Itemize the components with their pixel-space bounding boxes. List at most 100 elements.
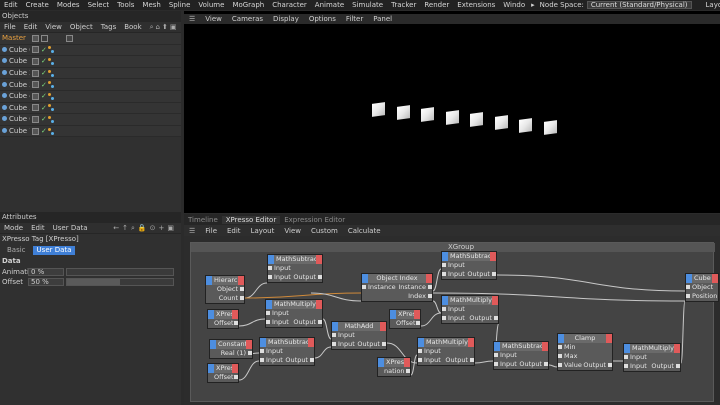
port-in-pin[interactable]: [332, 333, 336, 337]
xpresso-tag-icon[interactable]: [47, 104, 54, 112]
port-in-pin[interactable]: [686, 285, 690, 289]
enabled-check-icon[interactable]: ✓: [41, 57, 47, 65]
menu-item-spline[interactable]: Spline: [165, 1, 195, 9]
node-xpresso3[interactable]: XPressoOffset: [207, 363, 239, 383]
port-pin[interactable]: [416, 321, 420, 325]
attr-tab-basic[interactable]: Basic: [3, 246, 30, 255]
port-out-pin[interactable]: [608, 363, 612, 367]
attr-field-value[interactable]: 0 %: [28, 268, 64, 276]
port-in-label[interactable]: Input: [448, 314, 465, 323]
port-out-label[interactable]: Output: [519, 360, 542, 369]
visibility-toggle[interactable]: [32, 34, 39, 42]
port-in-label[interactable]: Input: [338, 340, 355, 349]
xpresso-menu-view[interactable]: View: [279, 227, 306, 235]
object-manager-icons[interactable]: ⌕⌂⬆▣: [146, 23, 183, 32]
viewport-menu-filter[interactable]: Filter: [341, 15, 368, 23]
xpresso-tag-icon[interactable]: [47, 115, 54, 123]
enabled-check-icon[interactable]: ✓: [41, 46, 47, 54]
port-in-label[interactable]: Min: [564, 343, 576, 352]
menu-item-windo[interactable]: Windo: [499, 1, 529, 9]
xpresso-menu-calculate[interactable]: Calculate: [343, 227, 386, 235]
viewport-menu-display[interactable]: Display: [268, 15, 304, 23]
port-in-pin[interactable]: [442, 272, 446, 276]
port-in-pin[interactable]: [268, 275, 272, 279]
port-in-pin[interactable]: [418, 358, 422, 362]
port-in-pin[interactable]: [624, 364, 628, 368]
port-out-label[interactable]: Output: [357, 340, 380, 349]
xpresso-tag-icon[interactable]: [47, 46, 54, 54]
port-out-label[interactable]: Instance: [398, 283, 426, 292]
menu-item-volume[interactable]: Volume: [194, 1, 228, 9]
menu-item-modes[interactable]: Modes: [53, 1, 84, 9]
node-mathmul3[interactable]: MathMultiply Input Input Output: [417, 337, 475, 366]
object-name[interactable]: Cube 0: [0, 46, 30, 54]
port-in-label[interactable]: Input: [338, 331, 355, 340]
visibility-toggle[interactable]: [32, 104, 39, 112]
enabled-check-icon[interactable]: ✓: [41, 69, 47, 77]
object-menu-edit[interactable]: Edit: [20, 23, 42, 31]
object-row[interactable]: Cube 6 ✓: [0, 114, 181, 126]
port-in-label[interactable]: Object: [692, 283, 713, 292]
cube-object[interactable]: [396, 104, 410, 120]
port-in-pin[interactable]: [362, 285, 366, 289]
object-row[interactable]: Master: [0, 33, 181, 45]
null-tag-icon[interactable]: [66, 34, 73, 42]
object-name[interactable]: Cube 3: [0, 81, 30, 89]
menu-item-mograph[interactable]: MoGraph: [228, 1, 268, 9]
port-out-label[interactable]: Output: [293, 273, 316, 282]
object-name[interactable]: Cube 5: [0, 104, 30, 112]
node-cube0[interactable]: Cube 0 Object Position .: [685, 273, 720, 302]
port-in-pin[interactable]: [686, 294, 690, 298]
node-mathsub1[interactable]: MathSubtract Input Input Output: [267, 254, 323, 283]
node-port[interactable]: nation: [378, 367, 410, 376]
port-in-label[interactable]: Input: [274, 273, 291, 282]
object-row[interactable]: Cube 3 ✓: [0, 79, 181, 91]
port-out-label[interactable]: Output: [285, 356, 308, 365]
enabled-check-icon[interactable]: ✓: [41, 104, 47, 112]
object-name[interactable]: Master: [0, 34, 30, 42]
object-name[interactable]: Cube 1: [0, 57, 30, 65]
port-in-label[interactable]: Input: [266, 356, 283, 365]
editor-tab-xpresso-editor[interactable]: XPresso Editor: [221, 215, 281, 224]
menu-item-character[interactable]: Character: [268, 1, 311, 9]
visibility-toggle[interactable]: [32, 57, 39, 65]
port-in-label[interactable]: Input: [272, 318, 289, 327]
port-in-label[interactable]: Input: [448, 270, 465, 279]
xpresso-menu-layout[interactable]: Layout: [246, 227, 280, 235]
port-in-label[interactable]: Input: [500, 360, 517, 369]
attributes-nav-icons[interactable]: ←↑⌕🔒⊙+▣: [109, 224, 181, 233]
node-mathadd[interactable]: MathAdd Input Input Output: [331, 321, 387, 350]
attr-field-slider[interactable]: [66, 278, 174, 286]
cube-object[interactable]: [445, 109, 459, 125]
editor-tab-expression-editor[interactable]: Expression Editor: [280, 216, 349, 224]
visibility-toggle[interactable]: [32, 46, 39, 54]
editor-tab-timeline[interactable]: Timeline: [184, 216, 222, 224]
port-in-pin[interactable]: [260, 349, 264, 353]
xpresso-menu-icon[interactable]: ☰: [184, 227, 200, 235]
port-in-label[interactable]: Input: [274, 264, 291, 273]
port-in-pin[interactable]: [558, 345, 562, 349]
render-toggle[interactable]: [41, 34, 48, 42]
attr-menu-user-data[interactable]: User Data: [49, 224, 92, 232]
menu-item-extensions[interactable]: Extensions: [453, 1, 499, 9]
node-objindex[interactable]: Object Index Instance Instance Index: [361, 273, 433, 302]
cube-object[interactable]: [494, 115, 508, 130]
object-menu-tags[interactable]: Tags: [97, 23, 121, 31]
object-menu-book[interactable]: Book: [120, 23, 145, 31]
port-in-label[interactable]: Input: [448, 261, 465, 270]
viewport[interactable]: [184, 11, 720, 213]
object-menu-object[interactable]: Object: [66, 23, 97, 31]
xpresso-tag-icon[interactable]: [47, 127, 54, 135]
node-mathsub_top[interactable]: MathSubtract Input Input Output: [441, 251, 497, 280]
node-port[interactable]: Real (1): [210, 349, 252, 358]
port-out-pin[interactable]: [318, 275, 322, 279]
menu-item-select[interactable]: Select: [84, 1, 114, 9]
port-in-label[interactable]: Input: [266, 347, 283, 356]
node-xpresso4[interactable]: XPresso nation: [377, 357, 411, 377]
object-row[interactable]: Cube 1 ✓: [0, 56, 181, 68]
visibility-toggle[interactable]: [32, 115, 39, 123]
object-name[interactable]: Cube 6: [0, 115, 30, 123]
menu-item-animate[interactable]: Animate: [311, 1, 348, 9]
xpresso-tag-icon[interactable]: [47, 81, 54, 89]
menu-item-simulate[interactable]: Simulate: [348, 1, 387, 9]
